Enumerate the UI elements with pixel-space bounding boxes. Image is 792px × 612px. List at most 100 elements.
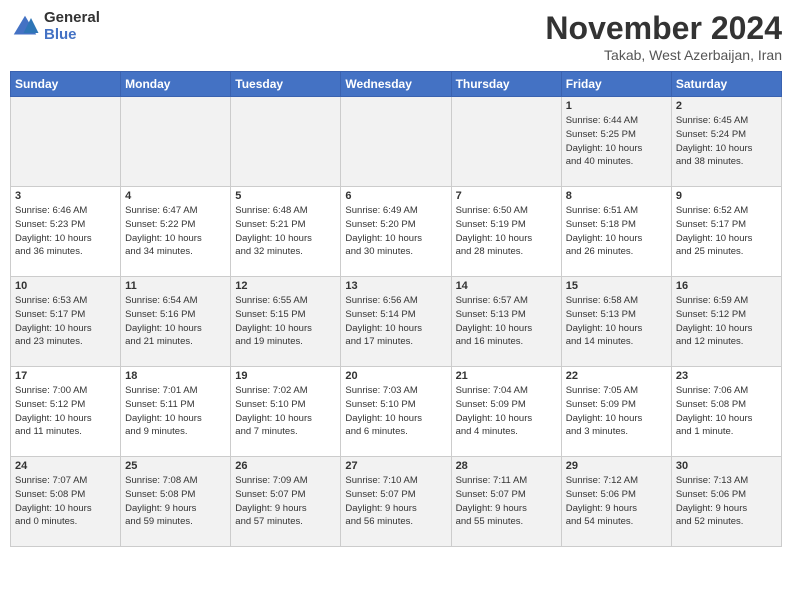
day-number: 6: [345, 190, 446, 202]
day-info: Sunrise: 6:53 AM Sunset: 5:17 PM Dayligh…: [15, 294, 116, 349]
calendar-cell: 29 Sunrise: 7:12 AM Sunset: 5:06 PM Dayli…: [561, 457, 671, 547]
day-info: Sunrise: 6:44 AM Sunset: 5:25 PM Dayligh…: [566, 114, 667, 169]
calendar-table: SundayMondayTuesdayWednesdayThursdayFrid…: [10, 71, 782, 547]
calendar-week-row: 3 Sunrise: 6:46 AM Sunset: 5:23 PM Daylig…: [11, 187, 782, 277]
calendar-cell: 30 Sunrise: 7:13 AM Sunset: 5:06 PM Dayli…: [671, 457, 781, 547]
day-info: Sunrise: 6:48 AM Sunset: 5:21 PM Dayligh…: [235, 204, 336, 259]
day-number: 3: [15, 190, 116, 202]
month-title: November 2024: [545, 10, 782, 47]
calendar-cell: 10 Sunrise: 6:53 AM Sunset: 5:17 PM Dayli…: [11, 277, 121, 367]
day-number: 29: [566, 460, 667, 472]
day-number: 1: [566, 100, 667, 112]
day-info: Sunrise: 7:01 AM Sunset: 5:11 PM Dayligh…: [125, 384, 226, 439]
day-number: 15: [566, 280, 667, 292]
day-info: Sunrise: 7:05 AM Sunset: 5:09 PM Dayligh…: [566, 384, 667, 439]
logo-line1: General: [44, 10, 100, 27]
calendar-cell: 8 Sunrise: 6:51 AM Sunset: 5:18 PM Daylig…: [561, 187, 671, 277]
day-number: 9: [676, 190, 777, 202]
calendar-cell: 18 Sunrise: 7:01 AM Sunset: 5:11 PM Dayli…: [121, 367, 231, 457]
calendar-cell: 12Sunrise: 6:55 AM Sunset: 5:15 PM Dayli…: [231, 277, 341, 367]
day-number: 23: [676, 370, 777, 382]
calendar-cell: 14Sunrise: 6:57 AM Sunset: 5:13 PM Dayli…: [451, 277, 561, 367]
day-info: Sunrise: 6:52 AM Sunset: 5:17 PM Dayligh…: [676, 204, 777, 259]
day-number: 8: [566, 190, 667, 202]
weekday-header: Wednesday: [341, 72, 451, 97]
day-info: Sunrise: 6:59 AM Sunset: 5:12 PM Dayligh…: [676, 294, 777, 349]
calendar-cell: [121, 97, 231, 187]
day-info: Sunrise: 7:09 AM Sunset: 5:07 PM Dayligh…: [235, 474, 336, 529]
page-header: General Blue November 2024 Takab, West A…: [10, 10, 782, 63]
calendar-cell: 22 Sunrise: 7:05 AM Sunset: 5:09 PM Dayli…: [561, 367, 671, 457]
day-number: 10: [15, 280, 116, 292]
day-info: Sunrise: 7:10 AM Sunset: 5:07 PM Dayligh…: [345, 474, 446, 529]
day-info: Sunrise: 6:57 AM Sunset: 5:13 PM Dayligh…: [456, 294, 557, 349]
weekday-header: Saturday: [671, 72, 781, 97]
calendar-cell: 20 Sunrise: 7:03 AM Sunset: 5:10 PM Dayli…: [341, 367, 451, 457]
weekday-header: Sunday: [11, 72, 121, 97]
day-info: Sunrise: 7:11 AM Sunset: 5:07 PM Dayligh…: [456, 474, 557, 529]
day-info: Sunrise: 6:49 AM Sunset: 5:20 PM Dayligh…: [345, 204, 446, 259]
logo-text: General Blue: [44, 10, 100, 43]
day-info: Sunrise: 6:47 AM Sunset: 5:22 PM Dayligh…: [125, 204, 226, 259]
calendar-cell: [341, 97, 451, 187]
calendar-cell: [11, 97, 121, 187]
day-number: 28: [456, 460, 557, 472]
calendar-cell: 15 Sunrise: 6:58 AM Sunset: 5:13 PM Dayli…: [561, 277, 671, 367]
day-info: Sunrise: 7:13 AM Sunset: 5:06 PM Dayligh…: [676, 474, 777, 529]
weekday-header: Monday: [121, 72, 231, 97]
day-number: 13: [345, 280, 446, 292]
day-number: 2: [676, 100, 777, 112]
calendar-cell: 21Sunrise: 7:04 AM Sunset: 5:09 PM Dayli…: [451, 367, 561, 457]
day-number: 19: [235, 370, 336, 382]
day-info: Sunrise: 6:58 AM Sunset: 5:13 PM Dayligh…: [566, 294, 667, 349]
day-info: Sunrise: 6:51 AM Sunset: 5:18 PM Dayligh…: [566, 204, 667, 259]
day-number: 27: [345, 460, 446, 472]
day-info: Sunrise: 7:03 AM Sunset: 5:10 PM Dayligh…: [345, 384, 446, 439]
calendar-cell: 26Sunrise: 7:09 AM Sunset: 5:07 PM Dayli…: [231, 457, 341, 547]
calendar-cell: 9 Sunrise: 6:52 AM Sunset: 5:17 PM Daylig…: [671, 187, 781, 277]
calendar-week-row: 10 Sunrise: 6:53 AM Sunset: 5:17 PM Dayli…: [11, 277, 782, 367]
day-number: 11: [125, 280, 226, 292]
calendar-cell: 5 Sunrise: 6:48 AM Sunset: 5:21 PM Daylig…: [231, 187, 341, 277]
day-number: 17: [15, 370, 116, 382]
calendar-cell: 7 Sunrise: 6:50 AM Sunset: 5:19 PM Daylig…: [451, 187, 561, 277]
logo: General Blue: [10, 10, 100, 43]
day-number: 18: [125, 370, 226, 382]
day-number: 30: [676, 460, 777, 472]
day-number: 22: [566, 370, 667, 382]
logo-icon: [10, 12, 40, 42]
calendar-cell: 1 Sunrise: 6:44 AM Sunset: 5:25 PM Daylig…: [561, 97, 671, 187]
day-info: Sunrise: 6:55 AM Sunset: 5:15 PM Dayligh…: [235, 294, 336, 349]
calendar-week-row: 1 Sunrise: 6:44 AM Sunset: 5:25 PM Daylig…: [11, 97, 782, 187]
day-number: 20: [345, 370, 446, 382]
calendar-week-row: 24Sunrise: 7:07 AM Sunset: 5:08 PM Dayli…: [11, 457, 782, 547]
day-info: Sunrise: 7:06 AM Sunset: 5:08 PM Dayligh…: [676, 384, 777, 439]
weekday-header: Friday: [561, 72, 671, 97]
calendar-body: 1 Sunrise: 6:44 AM Sunset: 5:25 PM Daylig…: [11, 97, 782, 547]
day-info: Sunrise: 6:50 AM Sunset: 5:19 PM Dayligh…: [456, 204, 557, 259]
day-number: 7: [456, 190, 557, 202]
day-number: 21: [456, 370, 557, 382]
calendar-cell: 28 Sunrise: 7:11 AM Sunset: 5:07 PM Dayli…: [451, 457, 561, 547]
calendar-week-row: 17Sunrise: 7:00 AM Sunset: 5:12 PM Dayli…: [11, 367, 782, 457]
day-info: Sunrise: 6:56 AM Sunset: 5:14 PM Dayligh…: [345, 294, 446, 349]
calendar-cell: [451, 97, 561, 187]
calendar-cell: 17Sunrise: 7:00 AM Sunset: 5:12 PM Dayli…: [11, 367, 121, 457]
calendar-cell: 19Sunrise: 7:02 AM Sunset: 5:10 PM Dayli…: [231, 367, 341, 457]
day-info: Sunrise: 7:12 AM Sunset: 5:06 PM Dayligh…: [566, 474, 667, 529]
weekday-header: Tuesday: [231, 72, 341, 97]
calendar-cell: 4Sunrise: 6:47 AM Sunset: 5:22 PM Daylig…: [121, 187, 231, 277]
calendar-cell: 11 Sunrise: 6:54 AM Sunset: 5:16 PM Dayli…: [121, 277, 231, 367]
day-info: Sunrise: 6:46 AM Sunset: 5:23 PM Dayligh…: [15, 204, 116, 259]
calendar-cell: 6 Sunrise: 6:49 AM Sunset: 5:20 PM Daylig…: [341, 187, 451, 277]
calendar-cell: 3 Sunrise: 6:46 AM Sunset: 5:23 PM Daylig…: [11, 187, 121, 277]
day-number: 5: [235, 190, 336, 202]
day-info: Sunrise: 7:07 AM Sunset: 5:08 PM Dayligh…: [15, 474, 116, 529]
header-row: SundayMondayTuesdayWednesdayThursdayFrid…: [11, 72, 782, 97]
day-number: 16: [676, 280, 777, 292]
day-info: Sunrise: 6:54 AM Sunset: 5:16 PM Dayligh…: [125, 294, 226, 349]
calendar-header: SundayMondayTuesdayWednesdayThursdayFrid…: [11, 72, 782, 97]
calendar-cell: 2 Sunrise: 6:45 AM Sunset: 5:24 PM Daylig…: [671, 97, 781, 187]
calendar-cell: 24Sunrise: 7:07 AM Sunset: 5:08 PM Dayli…: [11, 457, 121, 547]
day-info: Sunrise: 6:45 AM Sunset: 5:24 PM Dayligh…: [676, 114, 777, 169]
